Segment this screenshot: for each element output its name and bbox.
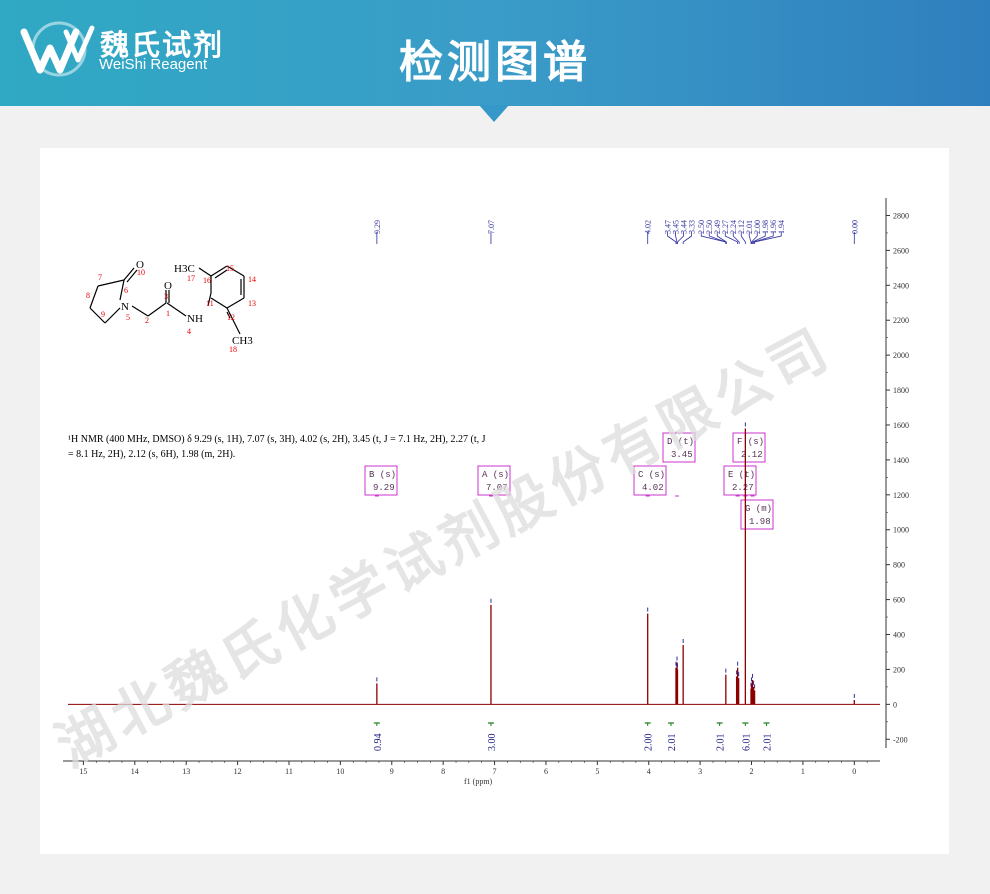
banner-pointer [479, 105, 509, 122]
atom-label: 12 [227, 313, 235, 322]
multiplet-annotation: E (t) 2.27 [723, 465, 757, 497]
multiplet-shift: 1.98 [749, 517, 771, 527]
x-tick-label: 10 [336, 767, 344, 776]
x-tick-label: 13 [182, 767, 190, 776]
x-tick-label: 11 [285, 767, 293, 776]
multiplet-label: G (m) [745, 504, 772, 514]
peak-shift-label: 0.00 [850, 220, 859, 234]
x-tick-label: 1 [801, 767, 805, 776]
x-tick-label: 8 [441, 767, 445, 776]
y-tick-label: 2200 [893, 316, 909, 325]
nmr-spectrum-chart: O 10 7 6 8 N 5 9 2 1 O 3 NH 4 H3C 17 16 … [46, 198, 909, 786]
atom-label: 17 [187, 274, 195, 283]
x-tick-label: 12 [234, 767, 242, 776]
y-tick-label: 600 [893, 596, 905, 605]
x-axis-label: f1 (ppm) [464, 777, 493, 786]
header-banner: 魏氏试剂 WeiShi Reagent 检测图谱 [0, 0, 990, 106]
peak-shift-label: 1.94 [777, 220, 786, 234]
y-tick-label: 1600 [893, 421, 909, 430]
atom-label: 9 [101, 310, 105, 319]
atom-label: 2 [145, 316, 149, 325]
atom-label: O [164, 280, 172, 292]
y-tick-label: 1400 [893, 456, 909, 465]
x-tick-label: 9 [390, 767, 394, 776]
integral-value: 2.00 [644, 734, 655, 752]
multiplet-label: F (s) [737, 437, 764, 447]
multiplet-label: E (t) [728, 470, 755, 480]
y-tick-label: 0 [893, 700, 897, 709]
y-tick-label: 2400 [893, 281, 909, 290]
y-tick-label: 200 [893, 665, 905, 674]
y-tick-label: 2800 [893, 211, 909, 220]
peak-shift-label: 7.07 [487, 220, 496, 234]
multiplet-shift: 2.12 [741, 450, 763, 460]
integral-value: 2.01 [667, 734, 678, 752]
y-tick-label: 800 [893, 561, 905, 570]
y-tick-label: 2000 [893, 351, 909, 360]
atom-label: 18 [229, 345, 237, 354]
integrals: 0.94 3.00 2.00 2.01 2.01 6.01 2.01 [373, 722, 774, 752]
x-tick-label: 3 [698, 767, 702, 776]
atom-label: 15 [226, 264, 234, 273]
atom-label: 11 [206, 299, 214, 308]
multiplet-shift: 2.27 [732, 483, 754, 493]
x-tick-label: 4 [647, 767, 651, 776]
nmr-description-line2: = 8.1 Hz, 2H), 2.12 (s, 6H), 1.98 (m, 2H… [68, 449, 235, 460]
atom-label: 6 [124, 286, 128, 295]
y-tick-label: 2600 [893, 246, 909, 255]
y-tick-label: 1200 [893, 491, 909, 500]
atom-label: 3 [164, 292, 168, 301]
atom-label: 16 [203, 276, 211, 285]
nmr-description-line1: ¹H NMR (400 MHz, DMSO) δ 9.29 (s, 1H), 7… [68, 434, 486, 445]
x-tick-label: 2 [750, 767, 754, 776]
peak-labels: 9.29 7.07 4.02 3.47 3.45 3.44 3.33 2.50 2.50 2.49… [373, 220, 859, 244]
x-tick-label: 5 [595, 767, 599, 776]
watermark: 湖北魏氏化学试剂股份有限公司 [46, 315, 843, 780]
y-tick-label: 1000 [893, 526, 909, 535]
atom-label: 1 [166, 309, 170, 318]
y-tick-label: 1800 [893, 386, 909, 395]
integral-value: 2.01 [716, 734, 727, 752]
peak-shift-label: 4.02 [644, 220, 653, 234]
multiplet-shift: 4.02 [642, 483, 664, 493]
multiplet-label: B (s) [369, 470, 396, 480]
x-tick-label: 6 [544, 767, 548, 776]
integral-value: 3.00 [487, 734, 498, 752]
peak-shift-label: 9.29 [373, 220, 382, 234]
integral-value: 2.01 [763, 734, 774, 752]
atom-label: NH [187, 313, 203, 325]
atom-label: 8 [86, 291, 90, 300]
peak-shift-label: 3.33 [688, 220, 697, 234]
atom-label: 5 [126, 313, 130, 322]
integral-value: 6.01 [741, 734, 752, 752]
multiplet-annotation: B (s) 9.29 [364, 465, 398, 497]
y-tick-label: -200 [893, 735, 908, 744]
y-tick-label: 400 [893, 631, 905, 640]
atom-label: 14 [248, 275, 256, 284]
spectrum-card: O 10 7 6 8 N 5 9 2 1 O 3 NH 4 H3C 17 16 … [40, 148, 949, 854]
atom-label: N [121, 301, 129, 313]
atom-label: 7 [98, 273, 102, 282]
atom-label: 10 [137, 268, 145, 277]
x-tick-label: 0 [852, 767, 856, 776]
x-tick-label: 7 [493, 767, 497, 776]
page-title: 检测图谱 [399, 37, 591, 88]
multiplet-shift: 9.29 [373, 483, 395, 493]
atom-label: 4 [187, 327, 191, 336]
integral-value: 0.94 [373, 734, 384, 752]
x-tick-label: 14 [131, 767, 139, 776]
atom-label: 13 [248, 299, 256, 308]
